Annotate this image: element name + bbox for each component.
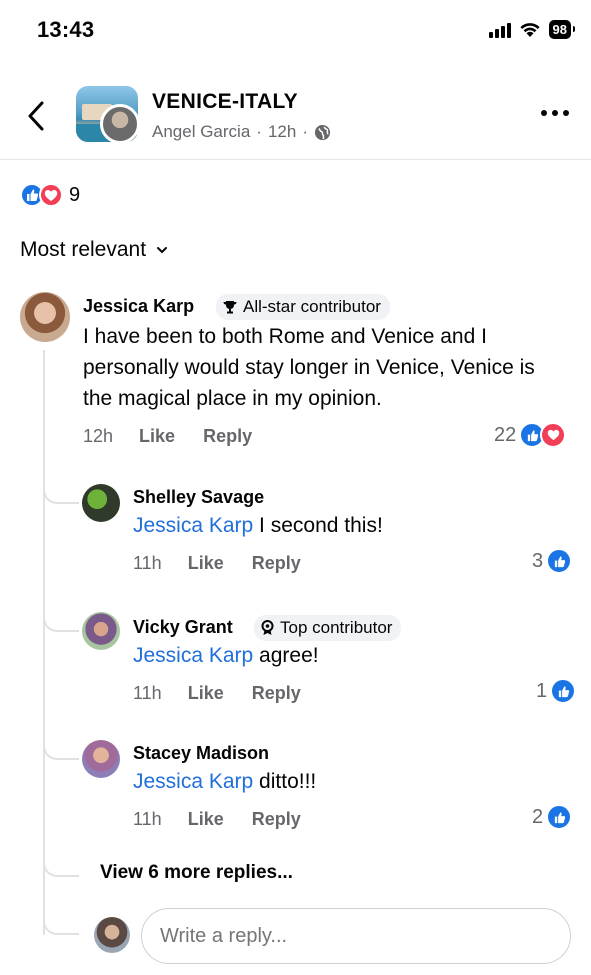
trophy-icon — [223, 301, 237, 314]
thread-branch — [43, 855, 79, 877]
replier-name[interactable]: Vicky Grant — [133, 617, 233, 638]
reply-button[interactable]: Reply — [252, 553, 301, 574]
mention-link[interactable]: Jessica Karp — [133, 770, 253, 793]
like-button[interactable]: Like — [139, 426, 175, 447]
thread-line — [43, 350, 45, 935]
reply-time: 11h — [133, 683, 162, 703]
mention-link[interactable]: Jessica Karp — [133, 514, 253, 537]
back-icon[interactable] — [22, 98, 52, 134]
like-reaction-icon — [550, 678, 577, 704]
reply-reactions[interactable]: 2 — [532, 804, 573, 830]
reply-actions: 11h Like Reply — [133, 683, 329, 704]
commenter-name[interactable]: Jessica Karp — [83, 296, 194, 317]
status-icons: 98 — [488, 20, 576, 39]
thread-branch — [43, 738, 79, 760]
thread-branch — [43, 610, 79, 632]
reply-text: Jessica Karp ditto!!! — [133, 770, 317, 793]
thread-branch — [43, 482, 79, 504]
reply-time: 11h — [133, 553, 162, 573]
group-title[interactable]: VENICE-ITALY — [152, 90, 298, 114]
battery-indicator: 98 — [548, 20, 576, 39]
status-bar: 13:43 98 — [0, 0, 591, 62]
reply-button[interactable]: Reply — [252, 809, 301, 830]
commenter-avatar[interactable] — [20, 292, 70, 342]
replier-avatar[interactable] — [82, 484, 120, 522]
reaction-count: 22 — [494, 423, 517, 446]
post-header: VENICE-ITALY Angel Garcia · 12h · — [0, 62, 591, 160]
comment-actions: 12h Like Reply — [83, 426, 280, 447]
sort-label: Most relevant — [20, 238, 147, 261]
replier-avatar[interactable] — [82, 740, 120, 778]
globe-icon — [314, 124, 331, 140]
separator: · — [256, 122, 262, 141]
wifi-icon — [519, 23, 540, 37]
view-more-replies-link[interactable]: View 6 more replies... — [100, 862, 293, 884]
love-reaction-icon — [540, 422, 567, 448]
post-subtitle: Angel Garcia · 12h · — [152, 122, 331, 142]
reply-input[interactable] — [141, 908, 571, 964]
replier-name[interactable]: Stacey Madison — [133, 743, 269, 764]
like-button[interactable]: Like — [188, 809, 224, 830]
reaction-count: 9 — [69, 183, 81, 206]
badge-label: Top contributor — [280, 618, 393, 637]
sort-dropdown[interactable]: Most relevant — [20, 238, 168, 262]
current-user-avatar — [94, 917, 130, 953]
replier-avatar[interactable] — [82, 612, 120, 650]
reaction-count: 2 — [532, 805, 544, 828]
author-name[interactable]: Angel Garcia — [152, 122, 250, 142]
like-reaction-icon — [546, 548, 573, 574]
like-button[interactable]: Like — [188, 553, 224, 574]
like-reaction-icon — [546, 804, 573, 830]
reaction-summary[interactable]: 9 — [20, 183, 80, 207]
author-avatar[interactable] — [100, 104, 140, 144]
reply-button[interactable]: Reply — [203, 426, 252, 447]
status-time: 13:43 — [37, 17, 95, 42]
mention-link[interactable]: Jessica Karp — [133, 644, 253, 667]
signal-icon — [488, 22, 511, 38]
reply-reactions[interactable]: 3 — [532, 548, 573, 574]
reply-button[interactable]: Reply — [252, 683, 301, 704]
reply-actions: 11h Like Reply — [133, 809, 329, 830]
chevron-down-icon — [157, 247, 168, 254]
reaction-count: 3 — [532, 549, 544, 572]
reply-text: Jessica Karp I second this! — [133, 514, 383, 537]
thread-branch — [43, 913, 79, 935]
reply-reactions[interactable]: 1 — [536, 678, 577, 704]
post-time: 12h — [267, 122, 297, 141]
reaction-count: 1 — [536, 679, 548, 702]
medal-icon — [261, 620, 274, 635]
like-button[interactable]: Like — [188, 683, 224, 704]
badge-label: All-star contributor — [243, 297, 381, 316]
more-options-icon[interactable] — [541, 110, 569, 116]
separator: · — [302, 122, 308, 141]
love-reaction-icon — [39, 183, 63, 207]
all-star-badge[interactable]: All-star contributor — [216, 294, 390, 320]
reply-text: Jessica Karp agree! — [133, 644, 319, 667]
replier-name[interactable]: Shelley Savage — [133, 487, 264, 508]
reply-actions: 11h Like Reply — [133, 553, 329, 574]
comment-time: 12h — [83, 426, 114, 446]
comment-text: I have been to both Rome and Venice and … — [83, 325, 535, 410]
reply-time: 11h — [133, 809, 162, 829]
comment-reactions[interactable]: 22 — [494, 422, 567, 448]
top-contributor-badge[interactable]: Top contributor — [254, 615, 402, 641]
